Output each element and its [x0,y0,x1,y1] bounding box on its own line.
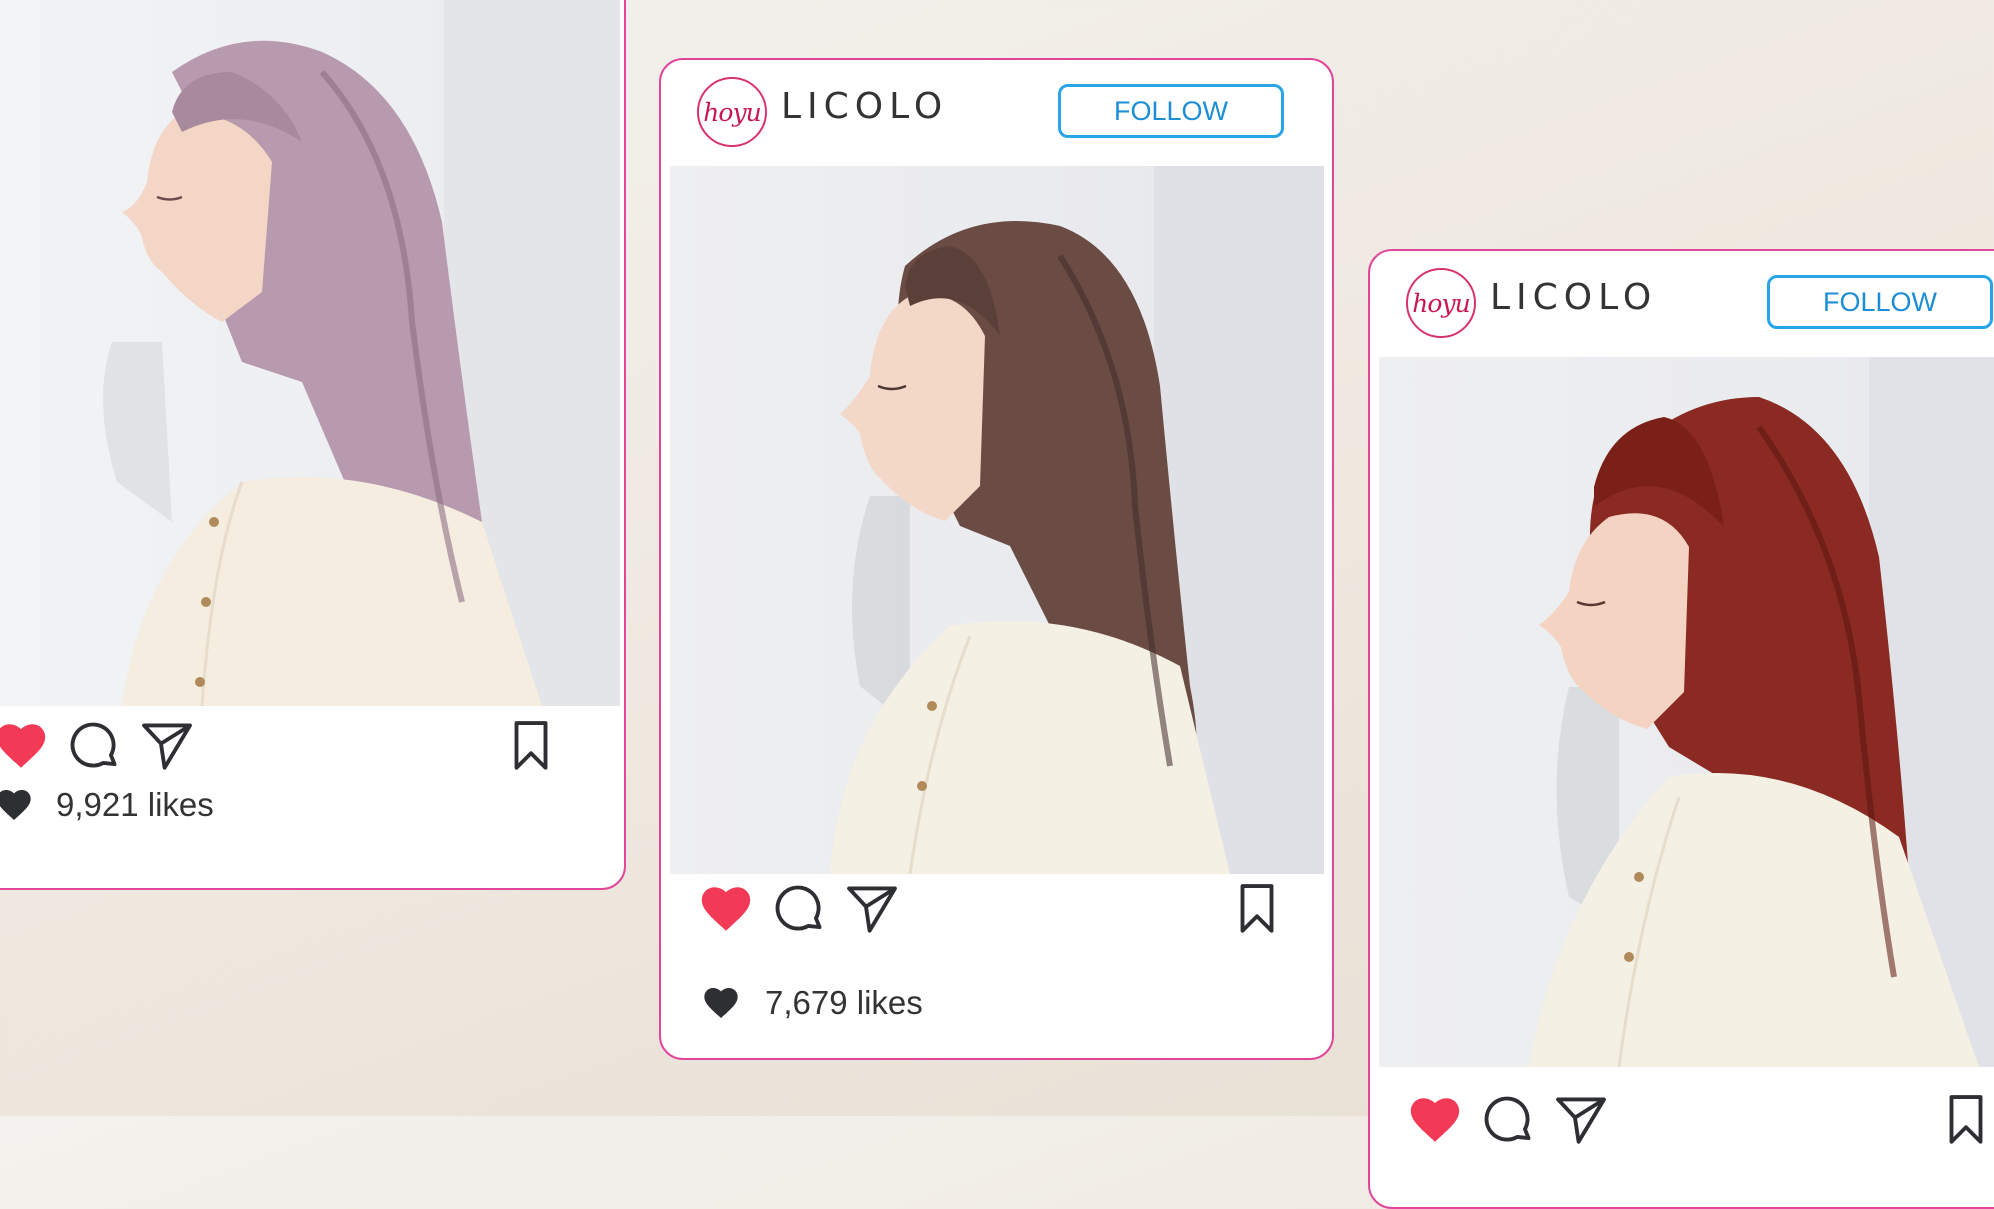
hoyu-logo[interactable]: hoyu [697,77,767,147]
post-photo-1[interactable] [0,0,620,706]
send-icon[interactable] [843,880,901,938]
comment-icon[interactable] [770,880,828,938]
post-card-3: hoyu LICOLO FOLLOW [1368,249,1994,1209]
send-icon[interactable] [1552,1091,1610,1149]
comment-icon[interactable] [65,717,123,775]
follow-button[interactable]: FOLLOW [1058,84,1284,138]
like-button-3[interactable] [1406,1091,1464,1149]
heart-dark-icon [701,983,741,1023]
logo-text: hoyu [1412,288,1470,318]
post-header-3: hoyu LICOLO FOLLOW [1370,251,1994,359]
post-photo-2[interactable] [670,166,1324,874]
bookmark-icon[interactable] [1937,1091,1994,1149]
brand-name[interactable]: LICOLO [781,86,948,127]
likes-count-1: 9,921 likes [56,786,214,823]
like-button-2[interactable] [697,880,755,938]
post-photo-3[interactable] [1379,357,1994,1067]
bookmark-icon[interactable] [502,717,560,775]
heart-dark-icon [0,785,34,825]
comment-icon[interactable] [1479,1091,1537,1149]
post-header-2: hoyu LICOLO FOLLOW [661,60,1332,168]
post-card-1: 9,921 likes [0,0,626,890]
send-icon[interactable] [138,717,196,775]
brand-name[interactable]: LICOLO [1490,277,1657,318]
bookmark-icon[interactable] [1228,880,1286,938]
like-button-1[interactable] [0,717,50,775]
hoyu-logo[interactable]: hoyu [1406,268,1476,338]
post-card-2: hoyu LICOLO FOLLOW 7,679 likes [659,58,1334,1060]
likes-count-2: 7,679 likes [765,984,923,1021]
logo-text: hoyu [703,97,761,127]
follow-button[interactable]: FOLLOW [1767,275,1993,329]
